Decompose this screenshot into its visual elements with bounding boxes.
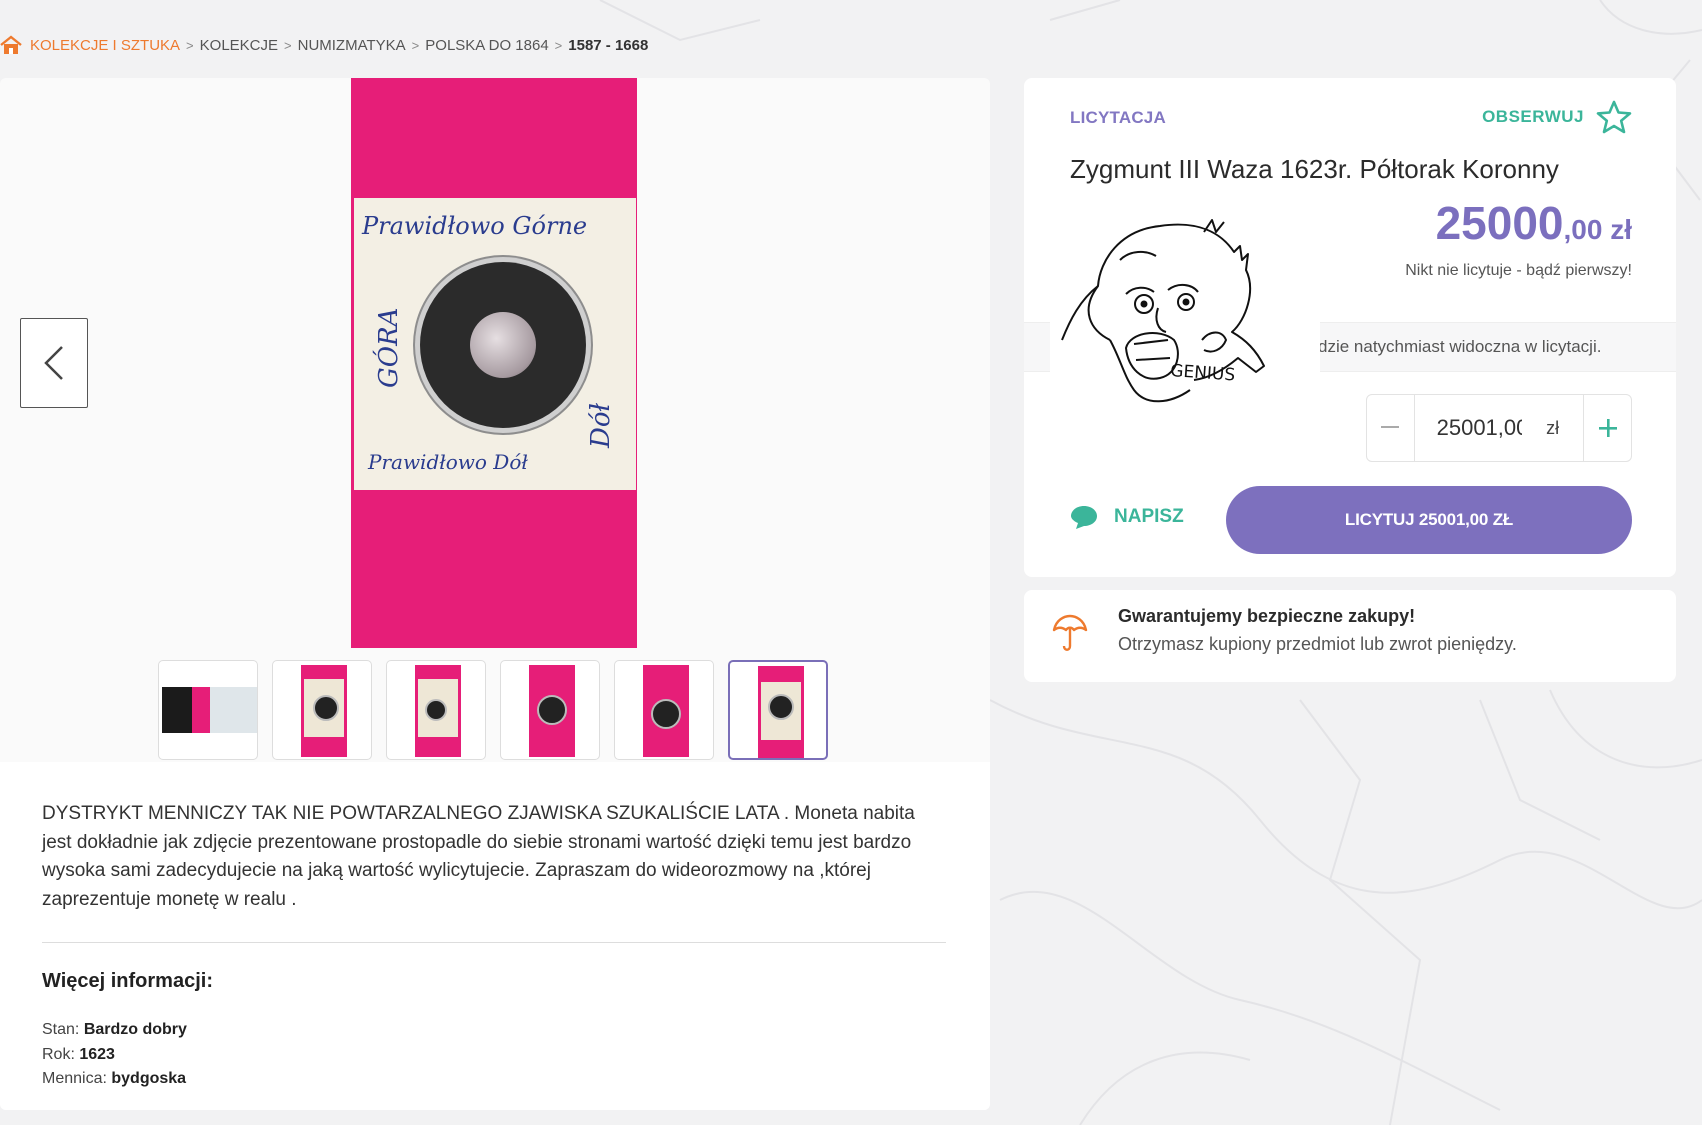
thumbnail-5[interactable]	[614, 660, 714, 760]
bid-info-text: dzie natychmiast widoczna w licytacji.	[1318, 337, 1602, 356]
photo-handwriting-left: GÓRA	[374, 307, 404, 388]
previous-photo-button[interactable]	[20, 318, 88, 408]
item-title: Zygmunt III Waza 1623r. Półtorak Koronny	[1070, 154, 1559, 184]
main-product-photo[interactable]: Prawidłowo Górne GÓRA Dół Prawidłowo Dół	[351, 78, 637, 648]
house-icon[interactable]	[0, 35, 22, 55]
photo-handwriting-bottom: Prawidłowo Dół	[368, 450, 528, 474]
thumbnail-1[interactable]	[158, 660, 258, 760]
thumbnail-6[interactable]	[728, 660, 828, 760]
breadcrumb-item-poland-1864[interactable]: POLSKA DO 1864	[425, 37, 548, 54]
meme-caption: GENIUS	[1170, 361, 1236, 385]
breadcrumb-separator: >	[554, 37, 563, 53]
breadcrumb-item-collections-art[interactable]: KOLEKCJE I SZTUKA	[30, 37, 180, 54]
info-row-year: Rok: 1623	[42, 1045, 115, 1063]
guarantee-card: Gwarantujemy bezpieczne zakupy! Otrzymas…	[1024, 590, 1676, 682]
star-icon	[1596, 100, 1632, 134]
coin-capsule	[420, 262, 586, 428]
thumbnail-4[interactable]	[500, 660, 600, 760]
thumbnail-3[interactable]	[386, 660, 486, 760]
guarantee-title: Gwarantujemy bezpieczne zakupy!	[1118, 606, 1416, 626]
breadcrumb: KOLEKCJE I SZTUKA > KOLEKCJE > NUMIZMATY…	[0, 34, 648, 56]
bid-amount-stepper: 25001,00 zł	[1366, 394, 1632, 462]
no-bids-text: Nikt nie licytuje - bądź pierwszy!	[1405, 262, 1632, 279]
guarantee-subtitle: Otrzymasz kupiony przedmiot lub zwrot pi…	[1118, 634, 1517, 654]
info-row-mint: Mennica: bydgoska	[42, 1070, 187, 1087]
breadcrumb-item-collections[interactable]: KOLEKCJE	[200, 37, 278, 54]
chat-bubble-icon	[1071, 506, 1097, 529]
price-fraction: ,00 zł	[1563, 214, 1632, 245]
currency-label: zł	[1546, 417, 1560, 438]
photo-paper-card: Prawidłowo Górne GÓRA Dół Prawidłowo Dół	[354, 198, 636, 490]
breadcrumb-item-current: 1587 - 1668	[568, 36, 649, 54]
price-main: 25000	[1435, 197, 1564, 249]
decrease-button[interactable]	[1367, 395, 1415, 461]
photo-handwriting-right: Dół	[586, 403, 616, 448]
auction-type-label: LICYTACJA	[1070, 108, 1166, 127]
more-info-title: Więcej informacji:	[42, 970, 213, 992]
more-info-list: Stan: Bardzo dobry Rok: 1623 Mennica: by…	[42, 1018, 187, 1092]
coin	[470, 312, 536, 378]
breadcrumb-separator: >	[186, 37, 194, 53]
observe-button[interactable]: OBSERWUJ	[1482, 100, 1632, 134]
chevron-left-icon	[44, 346, 63, 380]
divider	[42, 942, 946, 943]
bid-amount-input[interactable]: 25001,00	[1415, 415, 1522, 441]
thumbnail-2[interactable]	[272, 660, 372, 760]
observe-label: OBSERWUJ	[1482, 107, 1584, 126]
place-bid-button[interactable]: LICYTUJ 25001,00 ZŁ	[1226, 486, 1632, 554]
breadcrumb-separator: >	[411, 37, 420, 53]
photo-handwriting-top: Prawidłowo Górne	[362, 212, 588, 240]
genius-meme-image: GENIUS	[1050, 190, 1320, 452]
increase-button[interactable]	[1583, 395, 1631, 461]
item-description: DYSTRYKT MENNICZY TAK NIE POWTARZALNEGO …	[42, 803, 915, 910]
plus-icon	[1598, 419, 1617, 437]
meme-face-drawing: GENIUS	[1061, 219, 1265, 403]
breadcrumb-separator: >	[284, 37, 292, 53]
write-message-button[interactable]: NAPISZ	[1070, 504, 1184, 530]
breadcrumb-item-numismatics[interactable]: NUMIZMATYKA	[298, 37, 406, 54]
thumbnail-strip	[158, 660, 828, 760]
info-row-condition: Stan: Bardzo dobry	[42, 1021, 187, 1038]
product-gallery-panel: Prawidłowo Górne GÓRA Dół Prawidłowo Dół	[0, 78, 990, 1110]
current-price: 25000,00 zł	[1436, 196, 1632, 250]
umbrella-icon	[1052, 614, 1088, 651]
write-label: NAPISZ	[1114, 506, 1184, 527]
minus-icon	[1381, 426, 1400, 428]
auction-card: LICYTACJA OBSERWUJ Zygmunt III Waza 1623…	[1024, 78, 1676, 577]
